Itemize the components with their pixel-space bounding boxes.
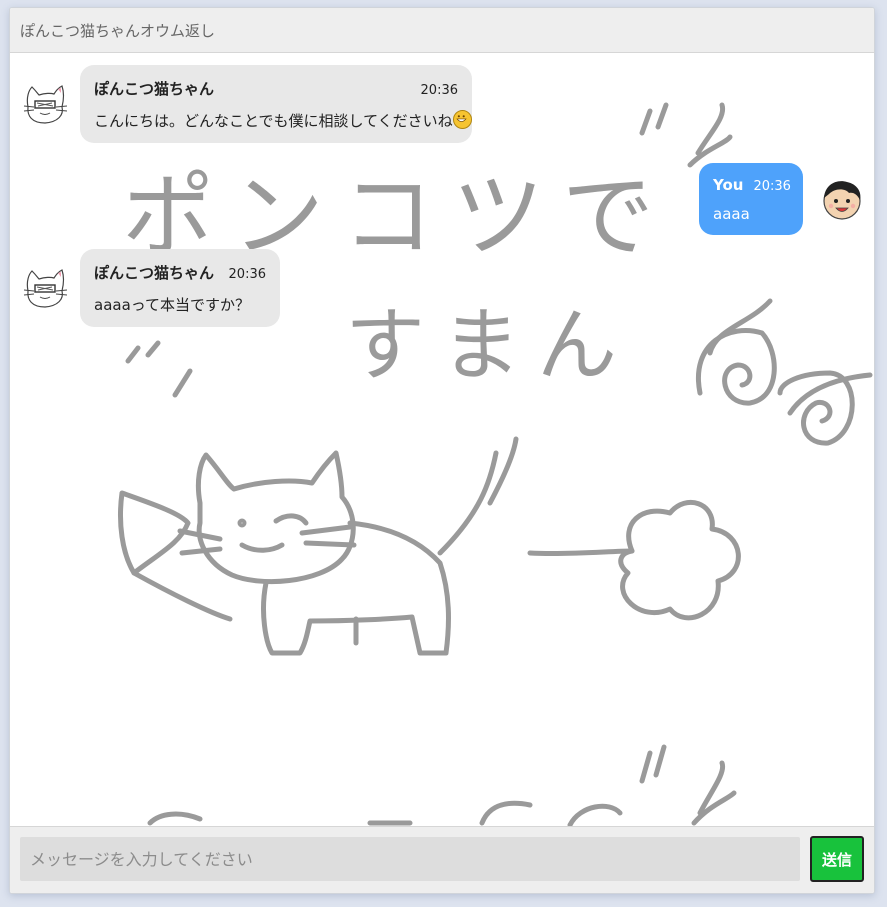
user-avatar-icon	[823, 181, 861, 220]
grinning-face-icon	[452, 110, 472, 129]
message-bot-1: ぽんこつ猫ちゃん 20:36 こんにちは。どんなことでも僕に相談してくださいね	[20, 65, 472, 143]
message-text: こんにちは。どんなことでも僕に相談してくださいね	[94, 112, 453, 130]
chat-window: ぽんこつ猫ちゃんオウム返し ポンコツで すまん ぽんこつ猫ちゃん 20:36 こ…	[9, 7, 875, 894]
message-user-1: You 20:36 aaaa	[699, 163, 867, 235]
window-title: ぽんこつ猫ちゃんオウム返し	[20, 21, 216, 40]
message-time: 20:36	[753, 179, 791, 194]
message-bubble: ぽんこつ猫ちゃん 20:36 aaaaって本当ですか？	[80, 249, 280, 327]
message-input[interactable]	[20, 837, 800, 881]
message-time: 20:36	[420, 83, 458, 98]
sender-name: ぽんこつ猫ちゃん	[94, 264, 215, 282]
composer-bar: 送信	[10, 826, 874, 893]
cat-avatar-icon	[23, 269, 68, 308]
chat-area[interactable]: ポンコツで すまん ぽんこつ猫ちゃん 20:36 こんにちは。どんなことでも僕に…	[10, 53, 874, 826]
send-button[interactable]: 送信	[810, 836, 864, 882]
message-bubble: ぽんこつ猫ちゃん 20:36 こんにちは。どんなことでも僕に相談してくださいね	[80, 65, 472, 143]
sender-name: ぽんこつ猫ちゃん	[94, 80, 215, 98]
message-bubble: You 20:36 aaaa	[699, 163, 803, 235]
cat-avatar-icon	[23, 85, 68, 124]
message-bot-2: ぽんこつ猫ちゃん 20:36 aaaaって本当ですか？	[20, 249, 280, 327]
message-time: 20:36	[228, 267, 266, 282]
message-text: aaaa	[713, 205, 750, 223]
message-text: aaaaって本当ですか？	[94, 296, 251, 314]
sender-name: You	[713, 176, 744, 194]
doodle-text-line-2: すまん	[345, 299, 633, 392]
title-bar: ぽんこつ猫ちゃんオウム返し	[10, 8, 874, 53]
